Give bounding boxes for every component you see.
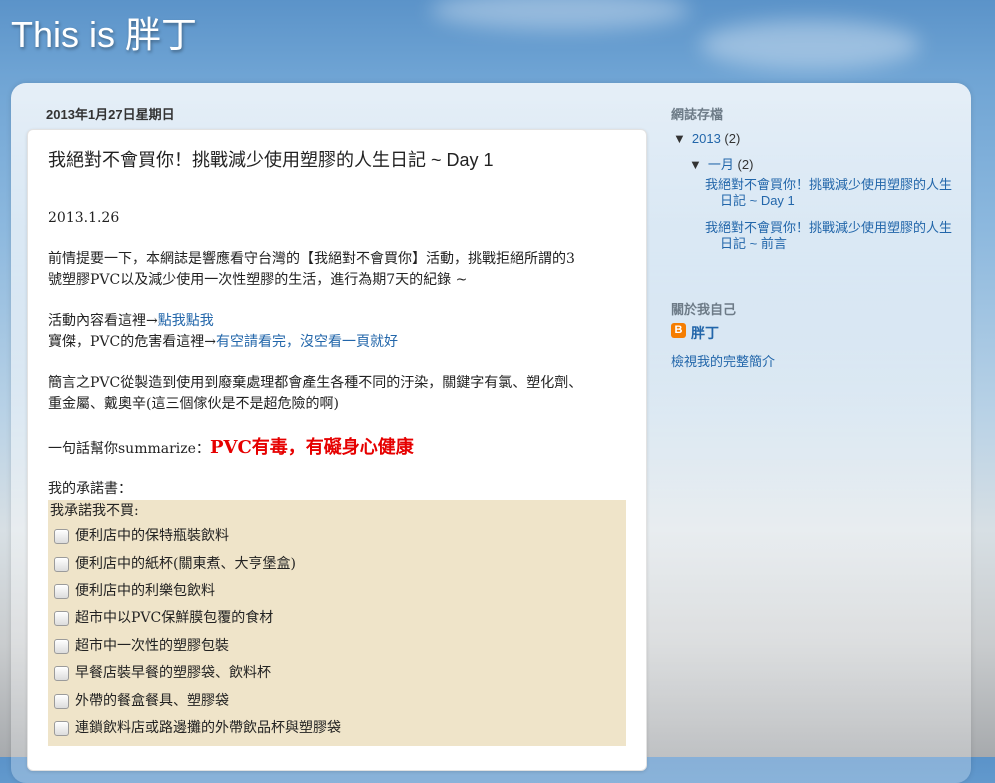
summary-text: 簡言之PVC從製造到使用到廢棄處理都會產生各種不同的汙染，關鍵字有氯、塑化劑、 … xyxy=(48,373,626,415)
pledge-item: 外帶的餐盒餐具、塑膠袋 xyxy=(50,687,624,714)
archive-post-link[interactable]: 我絕對不會買你！挑戰減少使用塑膠的人生日記 ~ 前言 xyxy=(705,220,952,252)
pledge-item: 早餐店裝早餐的塑膠袋、飲料杯 xyxy=(50,660,624,687)
archive-month-row: ▼ 一月 (2) xyxy=(689,154,753,173)
pledge-checkbox[interactable] xyxy=(54,638,69,654)
pvc-prefix: 寶傑，PVC的危害看這裡→ xyxy=(48,334,216,350)
pledge-item-label: 外帶的餐盒餐具、塑膠袋 xyxy=(75,692,229,709)
pledge-item-label: 便利店中的紙杯(關東煮、大亨堡盒) xyxy=(75,555,296,572)
pledge-box: 我承諾我不買: 便利店中的保特瓶裝飲料 便利店中的紙杯(關東煮、大亨堡盒) 便利店中… xyxy=(48,500,626,747)
pledge-item-label: 超市中一次性的塑膠包裝 xyxy=(75,637,229,654)
view-full-profile-link[interactable]: 檢視我的完整簡介 xyxy=(671,351,775,370)
pledge-box-title: 我承諾我不買: xyxy=(50,503,139,519)
post-date-header: 2013年1月27日星期日 xyxy=(46,107,175,122)
pledge-item: 便利店中的紙杯(關東煮、大亨堡盒) xyxy=(50,550,624,577)
pledge-list: 便利店中的保特瓶裝飲料 便利店中的紙杯(關東煮、大亨堡盒) 便利店中的利樂包飲料 超市… xyxy=(50,523,624,742)
archive-year-row: ▼ 2013 (2) xyxy=(673,131,740,146)
pledge-checkbox[interactable] xyxy=(54,529,69,545)
intro-text: 前情提要一下，本網誌是響應看守台灣的【我絕對不會買你】活動，挑戰拒絕所謂的3 號… xyxy=(48,249,626,291)
blogger-profile-icon: B xyxy=(671,323,686,338)
pledge-item: 便利店中的保特瓶裝飲料 xyxy=(50,523,624,550)
profile-name-link[interactable]: 胖丁 xyxy=(691,323,719,343)
intro-line: 號塑膠PVC以及減少使用一次性塑膠的生活，進行為期7天的紀錄 ~ xyxy=(48,272,468,288)
activity-prefix: 活動內容看這裡→ xyxy=(48,313,158,329)
oneliner-highlight: PVC有毒，有礙身心健康 xyxy=(209,437,414,458)
pledge-item: 超市中一次性的塑膠包裝 xyxy=(50,633,624,660)
pledge-item-label: 超市中以PVC保鮮膜包覆的食材 xyxy=(75,610,274,627)
archive-post-link[interactable]: 我絕對不會買你！挑戰減少使用塑膠的人生日記 ~ Day 1 xyxy=(705,177,952,209)
cloud-decoration xyxy=(700,20,920,70)
pledge-checkbox[interactable] xyxy=(54,611,69,627)
post-title[interactable]: 我絕對不會買你！挑戰減少使用塑膠的人生日記 ~ Day 1 xyxy=(48,146,494,172)
archive-year-count: (2) xyxy=(724,131,741,146)
summary-line: 重金屬、戴奧辛(這三個傢伙是不是超危險的啊) xyxy=(48,396,339,412)
cloud-decoration xyxy=(430,0,690,30)
pledge-checkbox[interactable] xyxy=(54,583,69,599)
oneliner: 一句話幫你summarize：PVC有毒，有礙身心健康 xyxy=(48,435,626,462)
collapse-toggle-icon[interactable]: ▼ xyxy=(689,157,702,172)
pledge-item-label: 便利店中的利樂包飲料 xyxy=(75,582,215,599)
pvc-harm-link[interactable]: 有空請看完，沒空看一頁就好 xyxy=(216,334,398,350)
pledge-item: 超市中以PVC保鮮膜包覆的食材 xyxy=(50,605,624,632)
blog-title[interactable]: This is 胖丁 xyxy=(11,6,197,58)
pledge-item: 連鎖飲料店或路邊攤的外帶飲品杯與塑膠袋 xyxy=(50,715,624,742)
archive-month-count: (2) xyxy=(737,157,754,172)
pledge-checkbox[interactable] xyxy=(54,666,69,682)
post: 我絕對不會買你！挑戰減少使用塑膠的人生日記 ~ Day 1 2013.1.26 … xyxy=(27,129,647,771)
intro-line: 前情提要一下，本網誌是響應看守台灣的【我絕對不會買你】活動，挑戰拒絕所謂的3 xyxy=(48,251,575,267)
pledge-item-label: 便利店中的保特瓶裝飲料 xyxy=(75,528,229,545)
activity-line: 活動內容看這裡→點我點我 xyxy=(48,311,626,332)
pledge-item-label: 早餐店裝早餐的塑膠袋、飲料杯 xyxy=(75,665,271,682)
pledge-checkbox[interactable] xyxy=(54,556,69,572)
about-heading: 關於我自己 xyxy=(671,302,737,317)
pledge-item-label: 連鎖飲料店或路邊攤的外帶飲品杯與塑膠袋 xyxy=(75,719,341,736)
pledge-item: 便利店中的利樂包飲料 xyxy=(50,578,624,605)
pvc-line: 寶傑，PVC的危害看這裡→有空請看完，沒空看一頁就好 xyxy=(48,332,626,353)
summary-line: 簡言之PVC從製造到使用到廢棄處理都會產生各種不同的汙染，關鍵字有氯、塑化劑、 xyxy=(48,375,583,391)
archive-heading: 網誌存檔 xyxy=(671,107,724,122)
oneliner-prefix: 一句話幫你summarize： xyxy=(48,441,210,457)
post-body: 2013.1.26 前情提要一下，本網誌是響應看守台灣的【我絕對不會買你】活動，… xyxy=(48,208,626,747)
archive-month-link[interactable]: 一月 xyxy=(708,157,734,172)
pledge-checkbox[interactable] xyxy=(54,693,69,709)
activity-link[interactable]: 點我點我 xyxy=(158,313,214,329)
pledge-checkbox[interactable] xyxy=(54,720,69,736)
post-date-line: 2013.1.26 xyxy=(48,210,120,226)
collapse-toggle-icon[interactable]: ▼ xyxy=(673,131,686,146)
pledge-heading: 我的承諾書： xyxy=(48,481,132,497)
archive-year-link[interactable]: 2013 xyxy=(692,131,721,146)
